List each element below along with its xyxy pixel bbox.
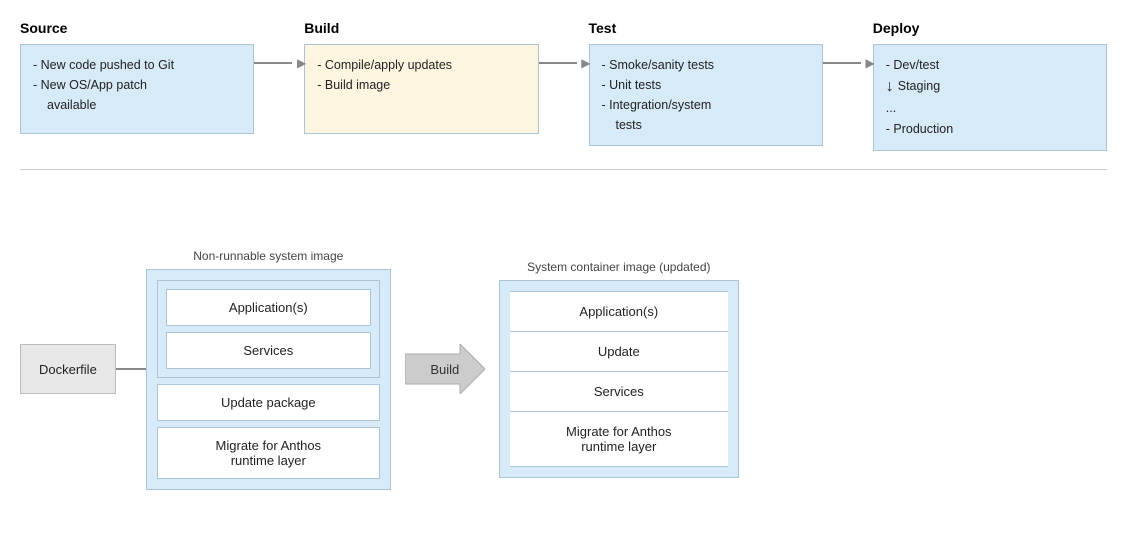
system-container-wrapper: System container image (updated) Applica… [499, 260, 739, 478]
build-arrow: Build [405, 344, 485, 394]
build-arrow-label: Build [430, 362, 459, 377]
migrate-anthos-label-right2: runtime layer [581, 439, 656, 454]
update-package-label: Update package [221, 395, 316, 410]
dockerfile-label: Dockerfile [39, 362, 97, 377]
services-box-right: Services [510, 372, 728, 412]
build-arrow-wrapper: Build [391, 344, 499, 394]
test-line3: - Integration/system [602, 95, 810, 115]
update-package-box: Update package [157, 384, 380, 421]
dockerfile-box: Dockerfile [20, 344, 116, 394]
diagram-wrapper: Source - New code pushed to Git - New OS… [0, 0, 1127, 560]
migrate-anthos-label-left2: runtime layer [231, 453, 306, 468]
non-runnable-outer: Application(s) Services Update package M… [146, 269, 391, 490]
test-line1: - Smoke/sanity tests [602, 55, 810, 75]
applications-box-right: Application(s) [510, 291, 728, 332]
update-box-right: Update [510, 332, 728, 372]
migrate-anthos-box-left: Migrate for Anthos runtime layer [157, 427, 380, 479]
migrate-anthos-box-right: Migrate for Anthos runtime layer [510, 412, 728, 467]
source-line3: available [33, 95, 241, 115]
test-line4: tests [602, 115, 810, 135]
source-line2: - New OS/App patch [33, 75, 241, 95]
deploy-box: - Dev/test ↓ Staging ... - Production [873, 44, 1107, 151]
source-label: Source [20, 20, 67, 36]
deploy-label: Deploy [873, 20, 920, 36]
build-line2: - Build image [317, 75, 525, 95]
arrow-source-build [254, 62, 304, 64]
test-label: Test [589, 20, 617, 36]
system-container-outer: Application(s) Update Services Migrate f… [499, 280, 739, 478]
apps-services-group: Application(s) Services [157, 280, 380, 378]
services-box-left: Services [166, 332, 371, 369]
source-line1: - New code pushed to Git [33, 55, 241, 75]
update-label-right: Update [598, 344, 640, 359]
build-label: Build [304, 20, 339, 36]
deploy-line1: - Dev/test [886, 55, 1094, 76]
deploy-line3: ... [886, 98, 1094, 119]
applications-label-right: Application(s) [579, 304, 658, 319]
arrow-build-test [539, 62, 589, 64]
deploy-stage: Deploy - Dev/test ↓ Staging ... - Produc… [873, 20, 1107, 151]
build-line1: - Compile/apply updates [317, 55, 525, 75]
migrate-anthos-label-right: Migrate for Anthos [566, 424, 672, 439]
pipeline-section: Source - New code pushed to Git - New OS… [20, 20, 1107, 170]
test-box: - Smoke/sanity tests - Unit tests - Inte… [589, 44, 823, 146]
system-container-label: System container image (updated) [527, 260, 710, 274]
line-dockerfile-nonrunnable [116, 368, 146, 370]
test-line2: - Unit tests [602, 75, 810, 95]
applications-box-left: Application(s) [166, 289, 371, 326]
deploy-line2: ↓ Staging [886, 76, 1094, 97]
services-label-left: Services [243, 343, 293, 358]
arrow-test-deploy [823, 62, 873, 64]
applications-label-left: Application(s) [229, 300, 308, 315]
build-stage: Build - Compile/apply updates - Build im… [304, 20, 538, 134]
bottom-section: Dockerfile Non-runnable system image App… [20, 188, 1107, 550]
deploy-line4: - Production [886, 119, 1094, 140]
non-runnable-wrapper: Non-runnable system image Application(s)… [146, 249, 391, 490]
test-stage: Test - Smoke/sanity tests - Unit tests -… [589, 20, 823, 146]
build-box: - Compile/apply updates - Build image [304, 44, 538, 134]
source-stage: Source - New code pushed to Git - New OS… [20, 20, 254, 134]
source-box: - New code pushed to Git - New OS/App pa… [20, 44, 254, 134]
services-label-right: Services [594, 384, 644, 399]
non-runnable-label: Non-runnable system image [193, 249, 343, 263]
migrate-anthos-label-left: Migrate for Anthos [216, 438, 322, 453]
